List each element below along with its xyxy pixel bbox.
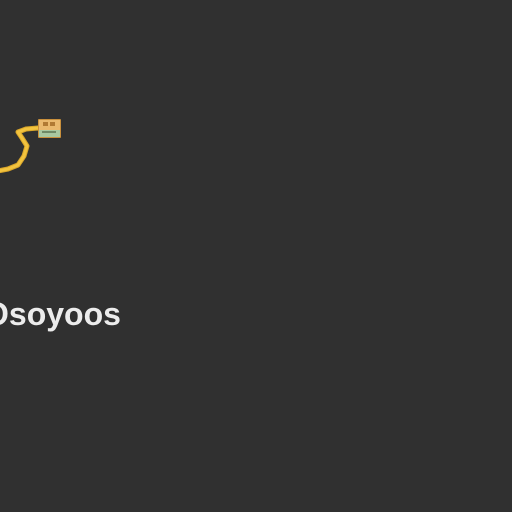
- highway-road-casing: [0, 125, 47, 174]
- highway-shield-icon[interactable]: [38, 119, 61, 138]
- road-layer: [0, 119, 61, 174]
- place-label-osoyoos[interactable]: Osoyoos: [0, 294, 121, 334]
- map-canvas[interactable]: Osoyoos: [0, 0, 512, 512]
